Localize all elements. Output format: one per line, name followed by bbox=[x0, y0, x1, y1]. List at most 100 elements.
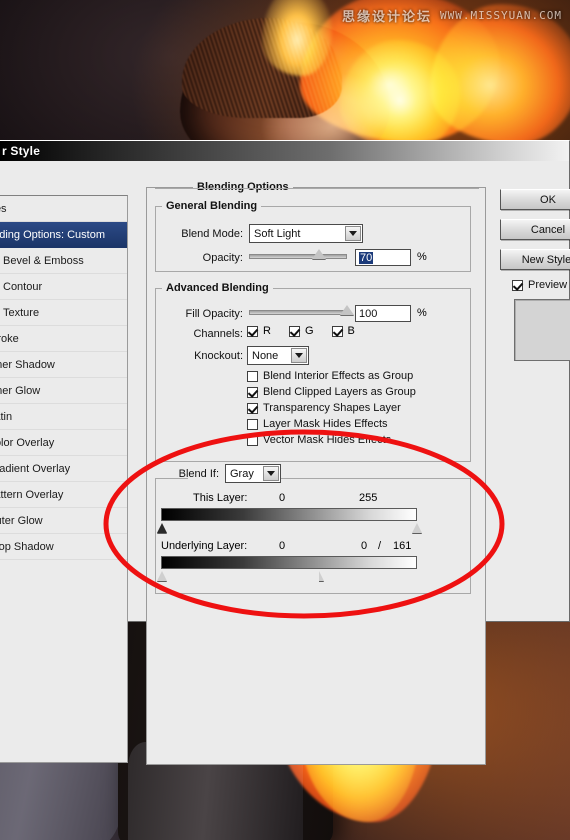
checkbox-icon[interactable] bbox=[247, 370, 258, 382]
channel-label: R bbox=[263, 325, 271, 337]
blend-mode-label: Blend Mode: bbox=[181, 228, 243, 240]
chevron-down-icon[interactable] bbox=[291, 348, 307, 363]
option-layer-mask-hides-effects[interactable]: Layer Mask Hides Effects bbox=[247, 418, 416, 430]
option-label: Layer Mask Hides Effects bbox=[263, 418, 388, 430]
sidebar-item-label: Bevel & Emboss bbox=[3, 254, 84, 267]
checkbox-icon[interactable] bbox=[512, 279, 523, 291]
option-blend-interior-effects[interactable]: Blend Interior Effects as Group bbox=[247, 370, 416, 382]
option-label: Blend Interior Effects as Group bbox=[263, 370, 414, 382]
checkbox-icon[interactable] bbox=[247, 418, 258, 430]
sidebar-item-contour[interactable]: Contour bbox=[0, 274, 127, 300]
fill-opacity-label: Fill Opacity: bbox=[185, 308, 243, 320]
option-transparency-shapes-layer[interactable]: Transparency Shapes Layer bbox=[247, 402, 416, 414]
this-layer-white-handle[interactable] bbox=[412, 523, 423, 534]
fill-opacity-value: 100 bbox=[359, 307, 378, 320]
checkbox-icon[interactable] bbox=[247, 386, 258, 398]
opacity-value: 70 bbox=[359, 251, 374, 264]
channel-label: B bbox=[347, 325, 355, 337]
checkbox-icon[interactable] bbox=[247, 402, 258, 414]
layer-style-dialog: r Style yles ending Options: Custom Beve… bbox=[0, 140, 570, 765]
fill-opacity-slider-thumb[interactable] bbox=[340, 305, 354, 315]
sidebar-item-pattern-overlay[interactable]: Pattern Overlay bbox=[0, 482, 127, 508]
sidebar-item-inner-shadow[interactable]: Inner Shadow bbox=[0, 352, 127, 378]
blend-if-label: Blend If: bbox=[178, 468, 219, 480]
opacity-unit: % bbox=[417, 251, 427, 263]
knockout-value: None bbox=[252, 349, 279, 362]
underlying-layer-label: Underlying Layer: bbox=[161, 540, 248, 552]
sidebar-item-satin[interactable]: Satin bbox=[0, 404, 127, 430]
advanced-checkbox-list: Blend Interior Effects as Group Blend Cl… bbox=[247, 370, 416, 450]
sidebar-item-label: Outer Glow bbox=[0, 514, 43, 527]
blend-mode-select[interactable]: Soft Light bbox=[249, 224, 363, 243]
channel-b[interactable]: B bbox=[331, 325, 355, 337]
dialog-title: r Style bbox=[2, 144, 41, 158]
knockout-label: Knockout: bbox=[194, 350, 243, 362]
sidebar-item-label: Stroke bbox=[0, 332, 19, 345]
opacity-slider-thumb[interactable] bbox=[312, 249, 326, 259]
dialog-body: yles ending Options: Custom Bevel & Embo… bbox=[0, 161, 570, 765]
cancel-button[interactable]: Cancel bbox=[500, 219, 570, 240]
opacity-slider[interactable] bbox=[249, 249, 347, 259]
option-label: Vector Mask Hides Effects bbox=[263, 434, 392, 446]
sidebar-item-label: Contour bbox=[3, 280, 43, 293]
chevron-down-icon[interactable] bbox=[345, 226, 361, 241]
screenshot-root: 思缘设计论坛 WWW.MISSYUAN.COM r Style yles end… bbox=[0, 0, 570, 840]
blend-if-channel-value: Gray bbox=[230, 467, 254, 480]
chevron-down-icon[interactable] bbox=[263, 466, 279, 481]
underlying-layer-white-split-handle[interactable] bbox=[319, 571, 325, 582]
fill-opacity-unit: % bbox=[417, 307, 427, 319]
checkbox-icon[interactable] bbox=[331, 325, 343, 337]
watermark-url: WWW.MISSYUAN.COM bbox=[440, 9, 562, 22]
channel-label: G bbox=[304, 325, 314, 337]
new-style-button[interactable]: New Style. bbox=[500, 249, 570, 270]
tutorial-photo-top: 思缘设计论坛 WWW.MISSYUAN.COM bbox=[0, 0, 570, 140]
sidebar-item-texture[interactable]: Texture bbox=[0, 300, 127, 326]
option-label: Blend Clipped Layers as Group bbox=[263, 386, 416, 398]
sidebar-item-blending-options[interactable]: ending Options: Custom bbox=[0, 222, 127, 248]
this-layer-black-handle[interactable] bbox=[157, 523, 168, 534]
blend-if-channel-select[interactable]: Gray bbox=[225, 464, 281, 483]
sidebar-item-inner-glow[interactable]: Inner Glow bbox=[0, 378, 127, 404]
blend-if-group bbox=[155, 472, 471, 594]
sidebar-item-outer-glow[interactable]: Outer Glow bbox=[0, 508, 127, 534]
ok-button[interactable]: OK bbox=[500, 189, 570, 210]
preview-toggle[interactable]: Preview bbox=[512, 279, 570, 291]
sidebar-item-styles[interactable]: yles bbox=[0, 196, 127, 222]
general-blending-title: General Blending bbox=[166, 200, 258, 212]
sidebar-item-label: Inner Shadow bbox=[0, 358, 55, 371]
knockout-select[interactable]: None bbox=[247, 346, 309, 365]
dialog-titlebar[interactable]: r Style bbox=[0, 141, 569, 161]
styles-sidebar: yles ending Options: Custom Bevel & Embo… bbox=[0, 195, 128, 763]
underlying-layer-gradient-bar[interactable] bbox=[157, 556, 417, 581]
watermark: 思缘设计论坛 WWW.MISSYUAN.COM bbox=[342, 6, 562, 25]
channel-g[interactable]: G bbox=[288, 325, 314, 337]
checkbox-icon[interactable] bbox=[247, 434, 258, 446]
sidebar-item-color-overlay[interactable]: Color Overlay bbox=[0, 430, 127, 456]
sidebar-item-gradient-overlay[interactable]: Gradient Overlay bbox=[0, 456, 127, 482]
option-label: Transparency Shapes Layer bbox=[263, 402, 401, 414]
checkbox-icon[interactable] bbox=[288, 325, 300, 337]
checkbox-icon[interactable] bbox=[247, 325, 258, 337]
sidebar-item-label: Inner Glow bbox=[0, 384, 41, 397]
divider bbox=[155, 188, 479, 189]
blending-options-panel: Blending Options General Blending Blend … bbox=[146, 181, 486, 765]
sidebar-item-drop-shadow[interactable]: Drop Shadow bbox=[0, 534, 127, 560]
watermark-site-name: 思缘设计论坛 bbox=[342, 10, 433, 25]
underlying-layer-black-handle[interactable] bbox=[157, 571, 168, 582]
opacity-input[interactable]: 70 bbox=[355, 249, 411, 266]
option-blend-clipped-layers[interactable]: Blend Clipped Layers as Group bbox=[247, 386, 416, 398]
preview-label: Preview bbox=[528, 279, 568, 291]
fill-opacity-input[interactable]: 100 bbox=[355, 305, 411, 322]
this-layer-gradient-bar[interactable] bbox=[157, 508, 422, 533]
channel-r[interactable]: R bbox=[247, 325, 271, 337]
underlying-layer-black-value: 0 bbox=[279, 540, 286, 552]
channels-group: R G B bbox=[247, 325, 355, 337]
sidebar-item-stroke[interactable]: Stroke bbox=[0, 326, 127, 352]
dialog-button-column: OK Cancel New Style. Preview bbox=[500, 189, 570, 361]
fill-opacity-slider[interactable] bbox=[249, 305, 354, 315]
option-vector-mask-hides-effects[interactable]: Vector Mask Hides Effects bbox=[247, 434, 416, 446]
sidebar-item-label: ending Options: Custom bbox=[0, 228, 106, 241]
sidebar-item-bevel-emboss[interactable]: Bevel & Emboss bbox=[0, 248, 127, 274]
sidebar-item-label: Color Overlay bbox=[0, 436, 55, 449]
underlying-layer-white-high-value: 161 bbox=[393, 540, 412, 552]
